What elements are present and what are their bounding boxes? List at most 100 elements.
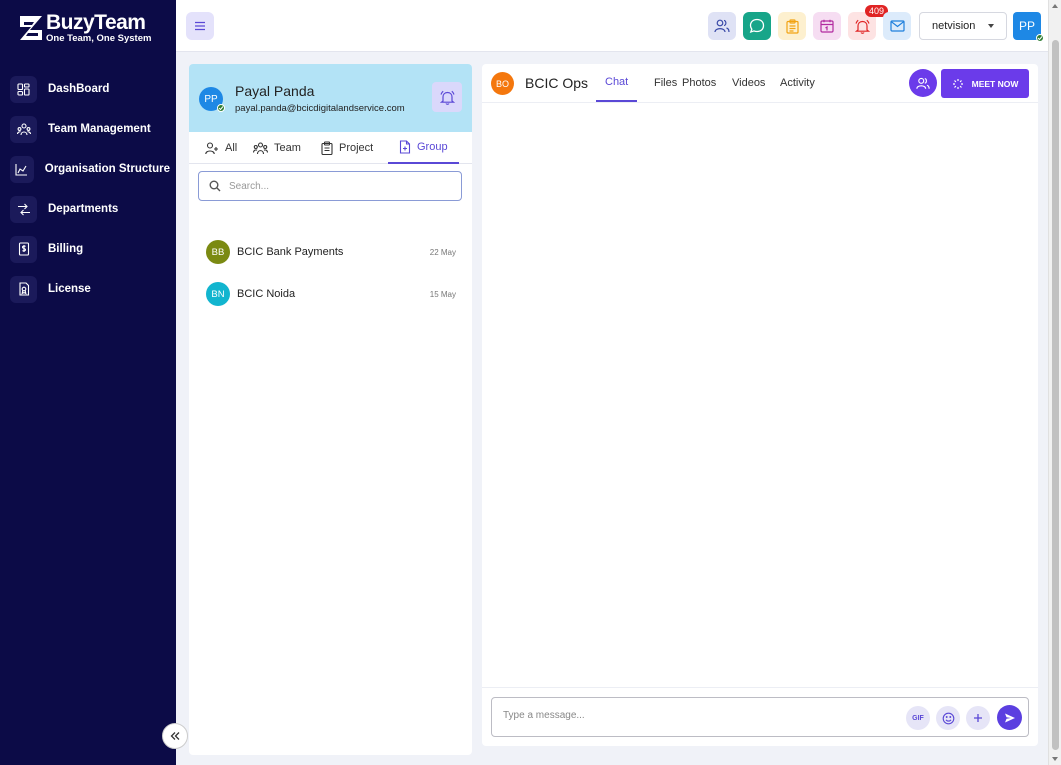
conversations-panel: PP Payal Panda payal.panda@bcicdigitalan… [189, 64, 472, 755]
tab-team-label: Team [274, 142, 301, 154]
add-user-icon [205, 141, 218, 154]
tab-photos[interactable]: Photos [673, 64, 725, 102]
user-avatar-button[interactable]: PP [1013, 12, 1044, 42]
gif-icon: GIF [912, 714, 924, 722]
chat-header: BO BCIC Ops Chat Files Photos Videos Act… [482, 64, 1038, 103]
tasks-button[interactable] [778, 12, 806, 40]
profile-notifications-button[interactable] [432, 82, 462, 112]
chat-title: BCIC Ops [525, 75, 589, 91]
list-item[interactable]: BN BCIC Noida 15 May [206, 282, 456, 306]
attach-button[interactable] [966, 706, 990, 730]
tab-group[interactable]: Group [388, 132, 459, 164]
online-status-icon [217, 104, 225, 112]
add-file-icon [399, 140, 411, 154]
sidebar-item-label: Departments [48, 203, 119, 215]
hamburger-icon [195, 21, 205, 31]
people-button[interactable] [708, 12, 736, 40]
send-icon [1004, 713, 1015, 722]
tab-chat[interactable]: Chat [596, 64, 638, 102]
scroll-up-arrow-icon[interactable] [1052, 4, 1058, 8]
collapse-sidebar-button[interactable] [162, 723, 188, 749]
conversation-filter-tabs: All Team Project Group [189, 132, 472, 164]
user-avatar-initials: PP [1018, 19, 1035, 33]
emoji-button[interactable] [936, 706, 960, 730]
scrollbar-thumb[interactable] [1052, 40, 1059, 750]
organization-select[interactable]: netvision [919, 12, 1007, 40]
notifications-button[interactable]: 409 [848, 5, 888, 40]
dashboard-icon [10, 75, 37, 103]
scroll-down-arrow-icon[interactable] [1052, 757, 1058, 761]
chart-icon [10, 155, 34, 183]
message-composer: GIF [491, 697, 1029, 737]
tab-activity[interactable]: Activity [771, 64, 824, 102]
page-scrollbar[interactable] [1048, 0, 1061, 765]
brand-tagline: One Team, One System [46, 33, 152, 44]
swap-icon [10, 195, 37, 223]
send-button[interactable] [997, 705, 1022, 730]
profile-avatar[interactable]: PP [199, 87, 225, 112]
members-button[interactable] [909, 69, 937, 97]
group-date: 15 May [429, 289, 456, 299]
logo-mark-icon [18, 13, 44, 43]
license-icon [10, 275, 37, 303]
sidebar-item-label: License [48, 283, 91, 295]
sidebar-item-license[interactable]: License [10, 269, 170, 309]
people-icon [916, 77, 930, 89]
brand-title: BuzyTeam [46, 11, 146, 34]
people-icon [714, 19, 730, 33]
tab-project[interactable]: Project [321, 132, 373, 164]
caret-down-icon [988, 24, 994, 28]
group-name: BCIC Bank Payments [237, 246, 344, 258]
tab-all[interactable]: All [205, 132, 237, 164]
clipboard-icon [785, 18, 799, 34]
profile-initials: PP [204, 93, 218, 105]
group-name: BCIC Noida [237, 288, 296, 300]
chat-button[interactable] [743, 12, 771, 40]
mail-icon [889, 20, 905, 32]
emoji-icon [942, 712, 954, 724]
sidebar-item-label: Billing [48, 243, 84, 255]
chat-panel: BO BCIC Ops Chat Files Photos Videos Act… [482, 64, 1038, 746]
topbar: 409 netvision PP [176, 0, 1048, 52]
sidebar-item-team-management[interactable]: Team Management [10, 109, 170, 149]
sidebar-item-label: Team Management [48, 123, 151, 135]
gif-button[interactable]: GIF [906, 706, 930, 730]
chat-avatar: BO [491, 72, 514, 95]
search-input[interactable] [229, 180, 449, 192]
search-icon [209, 180, 221, 192]
team-icon [10, 115, 37, 143]
sidebar-item-billing[interactable]: Billing [10, 229, 170, 269]
sidebar-nav: DashBoard Team Management Organisation S… [10, 69, 170, 309]
tab-group-label: Group [417, 141, 448, 153]
profile-name: Payal Panda [235, 83, 315, 99]
search-field[interactable] [198, 171, 462, 201]
meet-now-label: MEET NOW [971, 78, 1019, 89]
billing-icon [10, 235, 37, 263]
loader-icon [952, 78, 963, 89]
bell-icon [854, 19, 870, 34]
chat-icon [749, 18, 765, 34]
double-chevron-left-icon [170, 732, 180, 740]
group-avatar: BN [206, 282, 230, 306]
meet-now-button[interactable]: MEET NOW [941, 69, 1029, 98]
tab-team[interactable]: Team [253, 132, 301, 164]
online-status-icon [1036, 34, 1044, 42]
mail-button[interactable] [883, 12, 911, 40]
tab-videos[interactable]: Videos [723, 64, 774, 102]
sidebar: BuzyTeam One Team, One System DashBoard … [0, 0, 176, 765]
group-date: 22 May [429, 247, 456, 257]
message-area[interactable] [482, 103, 1038, 687]
bell-ring-icon [439, 90, 455, 105]
calendar-button[interactable] [813, 12, 841, 40]
sidebar-item-departments[interactable]: Departments [10, 189, 170, 229]
brand-logo[interactable]: BuzyTeam One Team, One System [18, 12, 151, 44]
organization-select-value: netvision [932, 20, 976, 32]
menu-button[interactable] [186, 12, 214, 40]
message-input[interactable] [503, 710, 883, 721]
group-avatar: BB [206, 240, 230, 264]
sidebar-item-organisation-structure[interactable]: Organisation Structure [10, 149, 170, 189]
sidebar-item-dashboard[interactable]: DashBoard [10, 69, 170, 109]
list-item[interactable]: BB BCIC Bank Payments 22 May [206, 240, 456, 264]
sidebar-item-label: DashBoard [48, 83, 110, 95]
tab-project-label: Project [339, 142, 374, 154]
